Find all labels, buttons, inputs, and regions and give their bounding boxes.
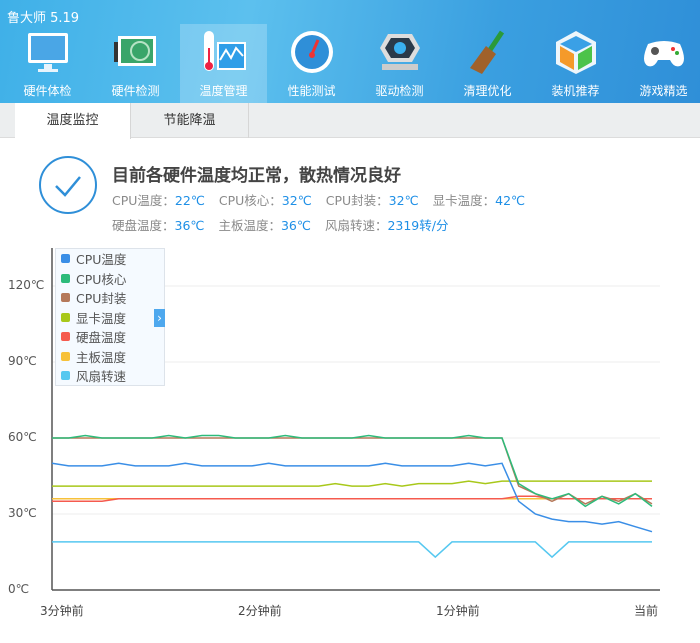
broom-icon (464, 28, 512, 76)
nav-item-label: 温度管理 (199, 84, 248, 98)
x-tick-label: 2分钟前 (238, 604, 282, 618)
nav-item-broom[interactable]: 清理优化 (444, 24, 531, 103)
series-line-显卡温度 (52, 480, 652, 487)
tab-bar: 温度监控 节能降温 (0, 103, 700, 139)
cpu-core-label: CPU核心： (218, 193, 282, 208)
driver-gear-icon (376, 28, 424, 76)
cpu-package-value: 32℃ (388, 193, 419, 208)
nav-item-label: 游戏精选 (639, 84, 688, 98)
legend-label: 硬盘温度 (76, 330, 127, 346)
legend-label: CPU封装 (76, 291, 127, 307)
cpu-temp-value: 22℃ (174, 193, 205, 208)
series-line-CPU核心 (52, 434, 653, 508)
board-temp-value: 36℃ (280, 218, 311, 233)
legend-item[interactable]: CPU温度 (56, 249, 164, 269)
y-tick-label: 60℃ (8, 430, 37, 444)
tab-temperature-monitor[interactable]: 温度监控 (15, 103, 131, 139)
y-tick-label: 30℃ (8, 506, 37, 520)
nav-item-label: 驱动检测 (375, 84, 424, 98)
nav-item-label: 硬件体检 (23, 84, 72, 98)
nav-item-graphics-card[interactable]: 硬件检测 (92, 24, 179, 103)
chart-legend: CPU温度 CPU核心 CPU封装显卡温度硬盘温度主板温度风扇转速 (55, 248, 165, 386)
x-tick-label: 3分钟前 (40, 604, 84, 618)
status-row-1: CPU温度：22℃ CPU核心：32℃ CPU封装：32℃ 显卡温度：42℃ (112, 190, 539, 209)
check-circle-icon (39, 156, 97, 214)
cpu-package-label: CPU封装： (325, 193, 389, 208)
legend-item[interactable]: 硬盘温度 (56, 327, 164, 347)
board-temp-label: 主板温度： (218, 218, 281, 233)
legend-swatch (61, 371, 70, 381)
legend-toggle-button[interactable]: › (154, 309, 165, 327)
disk-temp-label: 硬盘温度： (112, 218, 175, 233)
legend-swatch (61, 312, 70, 322)
legend-label: CPU温度 (76, 252, 127, 268)
legend-swatch (61, 332, 70, 342)
legend-swatch (61, 293, 70, 303)
nav-item-gamepad[interactable]: 游戏精选 (620, 24, 700, 103)
legend-swatch (61, 254, 70, 264)
nav-item-label: 性能测试 (287, 84, 336, 98)
x-tick-label: 当前 (634, 604, 659, 618)
gamepad-icon (640, 28, 688, 76)
legend-item[interactable]: 主板温度 (56, 347, 164, 367)
fan-speed-label: 风扇转速： (324, 218, 388, 233)
series-line-风扇转速 (52, 541, 652, 559)
nav-item-label: 装机推荐 (551, 84, 600, 98)
legend-swatch (61, 351, 70, 361)
gpu-temp-value: 42℃ (495, 193, 526, 208)
legend-item[interactable]: CPU封装 (56, 288, 164, 308)
legend-item[interactable]: 风扇转速 (56, 366, 164, 386)
status-row-2: 硬盘温度：36℃ 主板温度：36℃ 风扇转速：2319转/分 (112, 215, 462, 234)
legend-label: 显卡温度 (76, 310, 127, 326)
status-title: 目前各硬件温度均正常，散热情况良好 (112, 166, 401, 186)
y-tick-label: 120℃ (8, 278, 45, 292)
fan-speed-value: 2319转/分 (387, 218, 449, 233)
tab-energy-saving[interactable]: 节能降温 (131, 103, 249, 138)
nav-item-label: 硬件检测 (111, 84, 160, 98)
legend-swatch (61, 273, 70, 283)
y-tick-label: 0℃ (8, 582, 30, 596)
nav-item-monitor[interactable]: 硬件体检 (4, 24, 91, 103)
monitor-icon (24, 28, 72, 76)
gpu-temp-label: 显卡温度： (432, 193, 496, 208)
graphics-card-icon (112, 28, 160, 76)
legend-item[interactable]: CPU核心 (56, 269, 164, 289)
legend-label: 风扇转速 (76, 369, 127, 385)
thermometer-chart-icon (200, 28, 248, 76)
x-tick-label: 1分钟前 (436, 604, 480, 618)
y-tick-label: 90℃ (8, 354, 37, 368)
disk-temp-value: 36℃ (174, 218, 205, 233)
nav-item-thermometer-chart[interactable]: 温度管理 (180, 24, 267, 103)
nav-item-driver-gear[interactable]: 驱动检测 (356, 24, 443, 103)
speedometer-icon (288, 28, 336, 76)
nav-item-speedometer[interactable]: 性能测试 (268, 24, 355, 103)
nav-item-label: 清理优化 (463, 84, 512, 98)
nav-item-cube[interactable]: 装机推荐 (532, 24, 619, 103)
legend-item[interactable]: 显卡温度 (56, 308, 164, 328)
cpu-core-value: 32℃ (281, 193, 312, 208)
cpu-temp-label: CPU温度： (112, 193, 175, 208)
series-line-CPU封装 (52, 437, 653, 505)
legend-label: CPU核心 (76, 271, 127, 287)
legend-label: 主板温度 (76, 349, 127, 365)
cube-icon (552, 28, 600, 76)
